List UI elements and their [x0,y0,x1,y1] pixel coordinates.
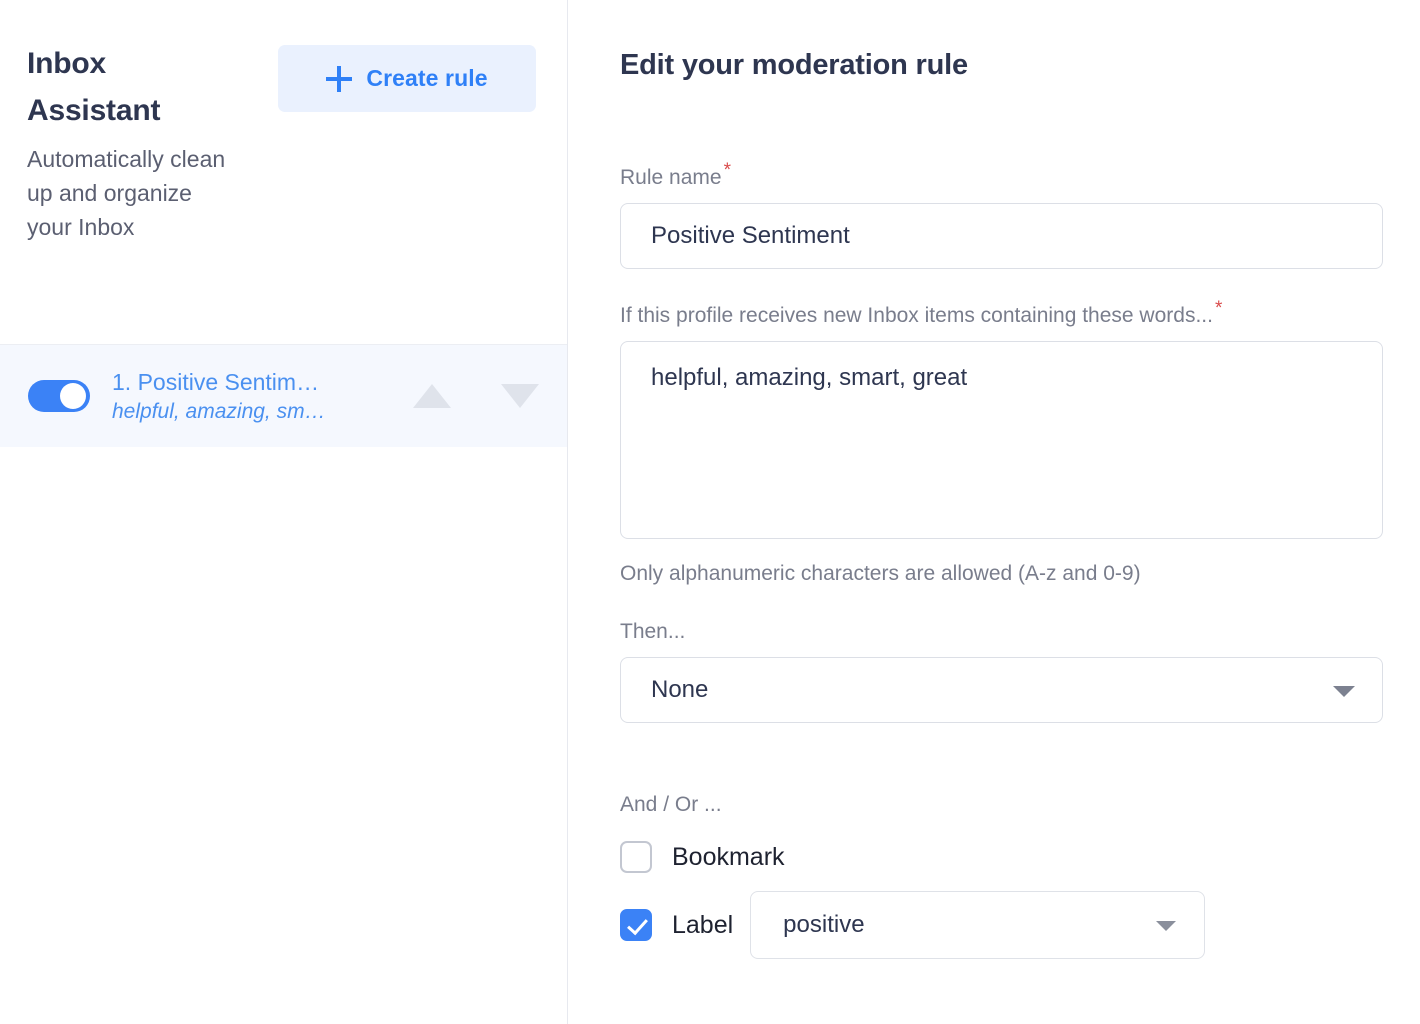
rule-name-field-group: Rule name * [620,161,1383,269]
words-label-text: If this profile receives new Inbox items… [620,304,1213,327]
rule-name-label: Rule name * [620,161,1383,192]
then-selected-value: None [651,676,709,703]
rule-text-block: 1. Positive Sentim… helpful, amazing, sm… [112,367,377,426]
label-select[interactable]: positive [750,891,1206,959]
label-row[interactable]: Label positive [620,891,1383,959]
plus-icon [326,65,353,92]
label-select-wrap: positive [750,891,1206,959]
words-label: If this profile receives new Inbox items… [620,299,1383,330]
move-rule-up-button[interactable] [409,373,455,419]
triangle-up-icon [413,384,451,408]
main-heading: Edit your moderation rule [620,49,968,81]
label-selected-value: positive [783,911,865,938]
toggle-knob [60,383,86,409]
then-field-group: Then... None [620,618,1383,723]
words-hint-text: Only alphanumeric characters are allowed… [620,562,1141,585]
then-label: Then... [620,620,686,643]
bookmark-checkbox[interactable] [620,841,652,873]
create-rule-button[interactable]: Create rule [278,45,536,112]
label-label: Label [672,910,734,939]
words-field-group: If this profile receives new Inbox items… [620,299,1383,588]
list-item[interactable]: 1. Positive Sentim… helpful, amazing, sm… [0,345,567,447]
and-or-label: And / Or ... [620,793,722,816]
page-title: Inbox Assistant [27,47,161,127]
brand-description: Automatically clean up and organize your… [27,146,226,240]
required-marker: * [1214,298,1223,319]
words-textarea[interactable] [620,341,1383,539]
then-select-wrap: None [620,657,1383,723]
and-or-group: And / Or ... Bookmark Label positive [620,791,1383,959]
label-checkbox[interactable] [620,909,652,941]
app-root: Inbox Assistant Automatically clean up a… [0,0,1420,1024]
rule-name-input[interactable] [620,203,1383,269]
sidebar-header: Inbox Assistant Automatically clean up a… [0,0,567,345]
create-rule-label: Create rule [366,65,488,91]
required-marker: * [723,160,731,181]
triangle-down-icon [501,384,539,408]
rule-enabled-toggle[interactable] [28,380,90,412]
then-select[interactable]: None [620,657,1383,723]
move-rule-down-button[interactable] [497,373,543,419]
rule-name-label-text: Rule name [620,166,722,189]
rule-list: 1. Positive Sentim… helpful, amazing, sm… [0,345,567,447]
sidebar: Inbox Assistant Automatically clean up a… [0,0,568,1024]
bookmark-label: Bookmark [672,842,785,871]
main-panel: Edit your moderation rule Rule name* If … [568,0,1420,1024]
rule-words-label: helpful, amazing, sm… [112,399,326,423]
bookmark-row[interactable]: Bookmark [620,841,1383,873]
rule-name-label: 1. Positive Sentim… [112,368,320,395]
